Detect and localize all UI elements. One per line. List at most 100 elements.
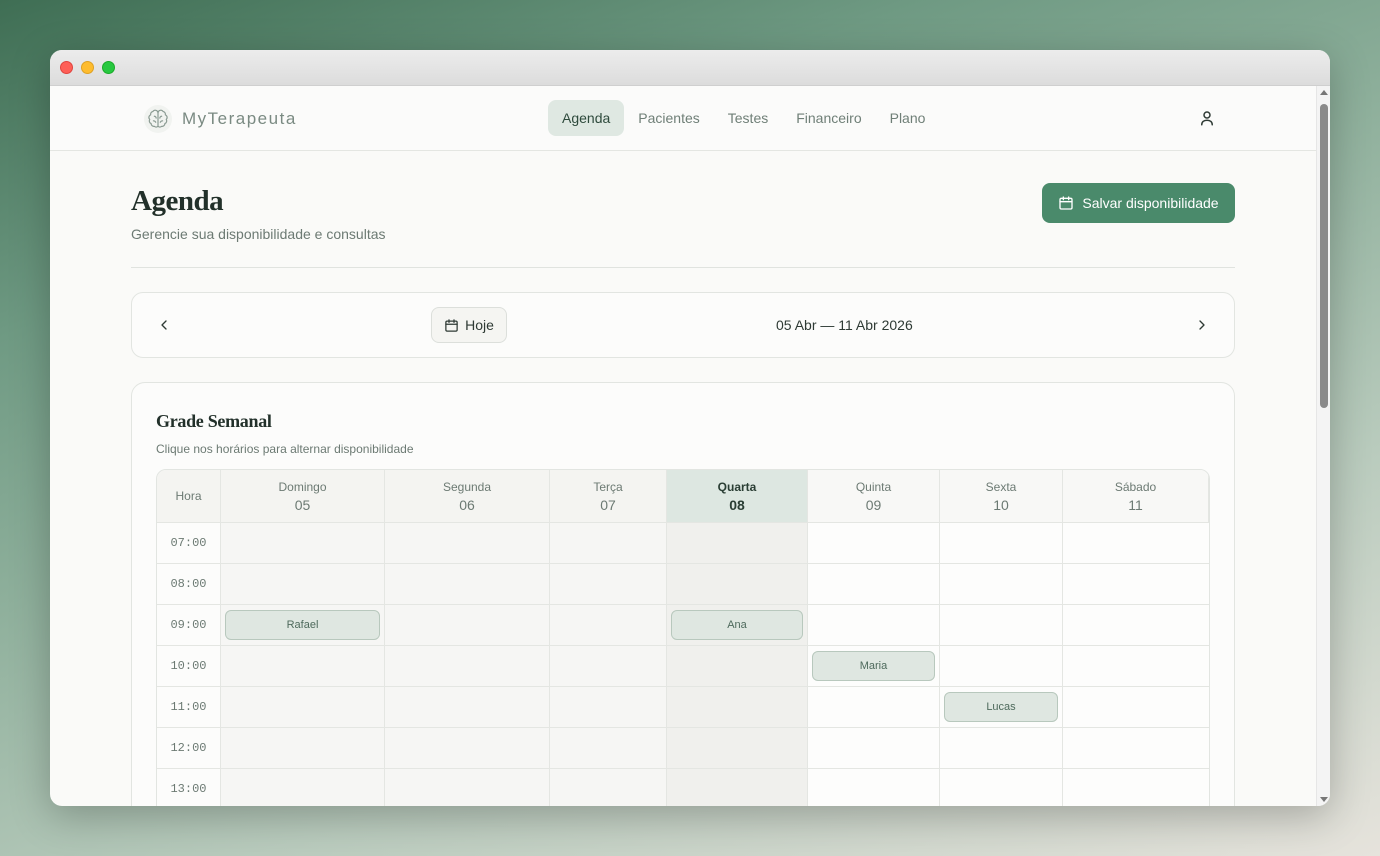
availability-slot[interactable] (221, 687, 385, 728)
availability-slot[interactable] (385, 728, 550, 769)
day-name: Terça (593, 479, 623, 494)
time-slot-label: 11:00 (157, 687, 221, 728)
availability-slot[interactable] (385, 523, 550, 564)
availability-slot[interactable] (550, 728, 667, 769)
appointment-chip[interactable]: Maria (812, 651, 935, 681)
availability-slot[interactable] (550, 564, 667, 605)
availability-slot[interactable] (385, 564, 550, 605)
window-titlebar (50, 50, 1330, 86)
availability-slot[interactable] (550, 646, 667, 687)
availability-slot[interactable] (221, 564, 385, 605)
availability-slot[interactable] (1063, 728, 1209, 769)
availability-slot[interactable] (1063, 523, 1209, 564)
weekly-schedule-table: Hora Domingo 05 Segunda 06 Terça 07 Quarta 0… (156, 469, 1210, 806)
availability-slot[interactable] (1063, 564, 1209, 605)
save-availability-button[interactable]: Salvar disponibilidade (1042, 183, 1235, 223)
top-navbar: MyTerapeuta Agenda Pacientes Testes Fina… (50, 86, 1316, 151)
today-button[interactable]: Hoje (431, 307, 507, 343)
time-slot-label: 10:00 (157, 646, 221, 687)
availability-slot[interactable] (808, 687, 940, 728)
availability-slot[interactable]: Rafael (221, 605, 385, 646)
appointment-chip[interactable]: Rafael (225, 610, 380, 640)
weekly-grid-card: Grade Semanal Clique nos horários para a… (131, 382, 1235, 806)
brain-icon (144, 105, 172, 133)
nav-item-financeiro[interactable]: Financeiro (782, 100, 875, 136)
availability-slot[interactable] (221, 523, 385, 564)
availability-slot[interactable] (550, 769, 667, 806)
availability-slot[interactable] (385, 605, 550, 646)
main-nav: Agenda Pacientes Testes Financeiro Plano (548, 100, 939, 136)
appointment-chip[interactable]: Lucas (944, 692, 1058, 722)
availability-slot[interactable] (808, 523, 940, 564)
scroll-up-arrow[interactable] (1320, 90, 1328, 95)
availability-slot[interactable] (221, 769, 385, 806)
availability-slot[interactable] (385, 687, 550, 728)
availability-slot[interactable] (940, 523, 1063, 564)
availability-slot[interactable] (808, 564, 940, 605)
availability-slot[interactable] (808, 728, 940, 769)
availability-slot[interactable] (667, 769, 808, 806)
day-name: Quarta (717, 479, 757, 494)
today-button-label: Hoje (465, 317, 494, 333)
save-button-label: Salvar disponibilidade (1082, 195, 1219, 211)
day-header-domingo: Domingo 05 (221, 470, 385, 523)
day-header-terca: Terça 07 (550, 470, 667, 523)
nav-item-testes[interactable]: Testes (714, 100, 782, 136)
user-icon[interactable] (1198, 109, 1216, 127)
minimize-window-button[interactable] (81, 61, 94, 74)
availability-slot[interactable] (808, 769, 940, 806)
week-navigator: Hoje 05 Abr — 11 Abr 2026 (131, 292, 1235, 358)
brand-name: MyTerapeuta (182, 109, 297, 128)
availability-slot[interactable] (667, 728, 808, 769)
availability-slot[interactable] (221, 728, 385, 769)
week-range-label: 05 Abr — 11 Abr 2026 (776, 317, 913, 333)
availability-slot[interactable] (1063, 687, 1209, 728)
brand[interactable]: MyTerapeuta (144, 105, 297, 133)
availability-slot[interactable] (550, 687, 667, 728)
nav-item-plano[interactable]: Plano (876, 100, 940, 136)
availability-slot[interactable]: Ana (667, 605, 808, 646)
maximize-window-button[interactable] (102, 61, 115, 74)
scroll-down-arrow[interactable] (1320, 797, 1328, 802)
availability-slot[interactable] (667, 646, 808, 687)
time-slot-label: 12:00 (157, 728, 221, 769)
availability-slot[interactable] (808, 605, 940, 646)
availability-slot[interactable] (940, 646, 1063, 687)
availability-slot[interactable] (1063, 605, 1209, 646)
chevron-right-icon[interactable] (1194, 317, 1210, 333)
availability-slot[interactable]: Maria (808, 646, 940, 687)
availability-slot[interactable] (385, 769, 550, 806)
availability-slot[interactable] (667, 523, 808, 564)
availability-slot[interactable] (221, 646, 385, 687)
time-slot-label: 07:00 (157, 523, 221, 564)
availability-slot[interactable] (1063, 646, 1209, 687)
day-number: 09 (865, 496, 882, 513)
availability-slot[interactable] (1063, 769, 1209, 806)
grid-title: Grade Semanal (156, 411, 272, 431)
chevron-left-icon[interactable] (156, 317, 172, 333)
scroll-thumb[interactable] (1320, 104, 1328, 408)
availability-slot[interactable] (385, 646, 550, 687)
availability-slot[interactable] (940, 605, 1063, 646)
availability-slot[interactable] (667, 687, 808, 728)
day-header-sabado: Sábado 11 (1063, 470, 1209, 523)
nav-item-pacientes[interactable]: Pacientes (624, 100, 713, 136)
time-slot-label: 13:00 (157, 769, 221, 806)
day-name: Quinta (855, 479, 892, 494)
availability-slot[interactable] (940, 769, 1063, 806)
time-slot-label: 09:00 (157, 605, 221, 646)
nav-item-agenda[interactable]: Agenda (548, 100, 625, 136)
availability-slot[interactable] (940, 564, 1063, 605)
vertical-scrollbar[interactable] (1316, 86, 1330, 806)
appointment-chip[interactable]: Ana (671, 610, 803, 640)
day-number: 08 (729, 496, 745, 513)
availability-slot[interactable]: Lucas (940, 687, 1063, 728)
close-window-button[interactable] (60, 61, 73, 74)
calendar-icon (1059, 196, 1074, 210)
header-divider (131, 267, 1235, 268)
availability-slot[interactable] (550, 523, 667, 564)
availability-slot[interactable] (940, 728, 1063, 769)
availability-slot[interactable] (667, 564, 808, 605)
grid-subtitle: Clique nos horários para alternar dispon… (156, 442, 414, 456)
availability-slot[interactable] (550, 605, 667, 646)
